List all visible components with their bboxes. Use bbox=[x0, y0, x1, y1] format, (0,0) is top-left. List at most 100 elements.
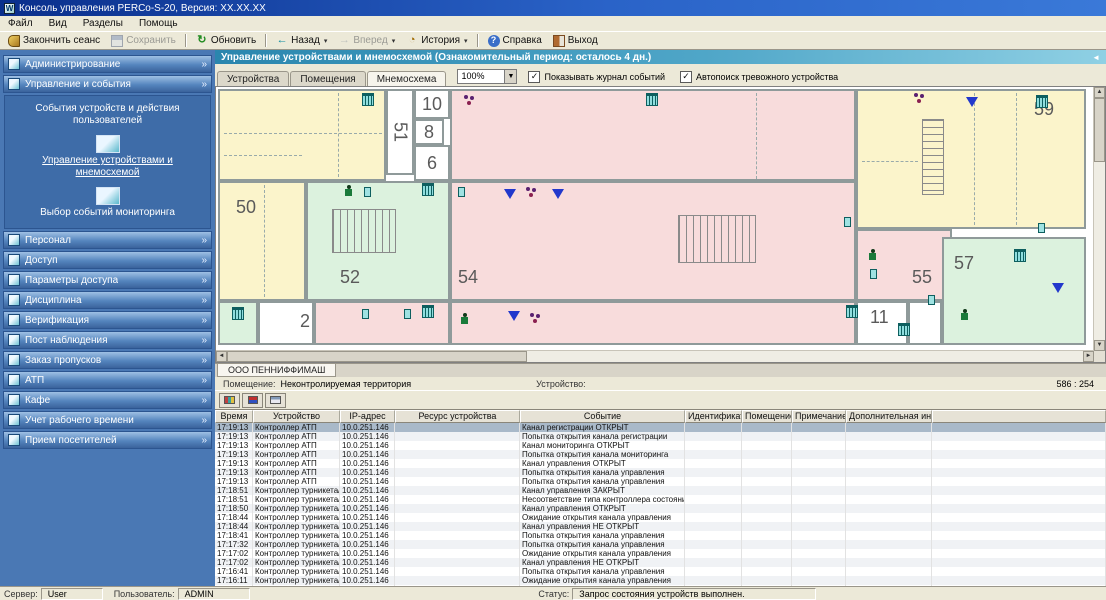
column-header[interactable]: Время bbox=[215, 410, 253, 423]
exit-button[interactable]: Выход bbox=[548, 33, 603, 49]
end-session-button[interactable]: Закончить сеанс bbox=[3, 33, 105, 49]
log-row[interactable]: 17:16:41Контроллер турникета/замка10.0.2… bbox=[215, 567, 1106, 576]
forward-button[interactable]: Вперед ▾ bbox=[333, 33, 400, 49]
collapse-panel-icon[interactable]: ◄ bbox=[1092, 53, 1100, 62]
camera-icon[interactable] bbox=[464, 95, 476, 106]
menu-file[interactable]: Файл bbox=[0, 18, 41, 29]
column-header[interactable]: Устройство bbox=[253, 410, 340, 423]
column-header[interactable]: IP-адрес bbox=[340, 410, 395, 423]
reader-icon[interactable] bbox=[458, 187, 465, 197]
checkbox-show-event-log[interactable]: ✓ Показывать журнал событий bbox=[528, 71, 665, 83]
help-button[interactable]: Справка bbox=[483, 33, 547, 49]
reader-icon[interactable] bbox=[928, 295, 935, 305]
zoom-select[interactable]: 100% ▼ bbox=[457, 69, 517, 84]
menu-view[interactable]: Вид bbox=[41, 18, 75, 29]
map-room-2[interactable]: 2 bbox=[258, 301, 314, 345]
column-header[interactable]: Идентификатор bbox=[685, 410, 742, 423]
turnstile-icon[interactable] bbox=[898, 323, 910, 336]
log-row[interactable]: 17:17:02Контроллер турникета/замка10.0.2… bbox=[215, 549, 1106, 558]
triangle-icon[interactable] bbox=[508, 311, 520, 321]
tab-devices[interactable]: Устройства bbox=[217, 71, 289, 86]
log-row[interactable]: 17:18:44Контроллер турникета/замка10.0.2… bbox=[215, 513, 1106, 522]
figure-icon[interactable] bbox=[344, 185, 353, 197]
chevron-down-icon[interactable]: ▼ bbox=[504, 69, 517, 84]
sidebar-item-cafe[interactable]: Кафе » bbox=[3, 391, 212, 409]
save-button[interactable]: Сохранить bbox=[106, 33, 181, 49]
turnstile-icon[interactable] bbox=[1036, 95, 1048, 108]
reader-icon[interactable] bbox=[1038, 223, 1045, 233]
log-row[interactable]: 17:19:13Контроллер АТП10.0.251.146Попытк… bbox=[215, 468, 1106, 477]
reader-icon[interactable] bbox=[870, 269, 877, 279]
scroll-right-icon[interactable]: ► bbox=[1083, 351, 1094, 362]
map-room[interactable] bbox=[218, 89, 386, 181]
log-row[interactable]: 17:18:41Контроллер турникета/замка10.0.2… bbox=[215, 531, 1106, 540]
sidebar-item-administration[interactable]: Администрирование » bbox=[3, 55, 212, 73]
log-row[interactable]: 17:16:11Контроллер турникета/замка10.0.2… bbox=[215, 576, 1106, 585]
log-columns-button[interactable] bbox=[219, 393, 240, 408]
log-navigation-button[interactable] bbox=[242, 393, 263, 408]
tab-rooms[interactable]: Помещения bbox=[290, 71, 365, 86]
turnstile-icon[interactable] bbox=[362, 93, 374, 106]
reader-icon[interactable] bbox=[404, 309, 411, 319]
log-row[interactable]: 17:18:44Контроллер турникета/замка10.0.2… bbox=[215, 522, 1106, 531]
sidebar-item-time-tracking[interactable]: Учет рабочего времени » bbox=[3, 411, 212, 429]
sidebar-item-management-events[interactable]: Управление и события » bbox=[3, 75, 212, 93]
tab-mnemoscheme[interactable]: Мнемосхема bbox=[367, 71, 447, 86]
turnstile-icon[interactable] bbox=[846, 305, 858, 318]
scroll-up-icon[interactable]: ▲ bbox=[1094, 87, 1105, 98]
map-horizontal-scrollbar[interactable]: ◄ ► bbox=[216, 350, 1094, 362]
map-room-59[interactable]: 59 bbox=[856, 89, 1086, 229]
camera-icon[interactable] bbox=[530, 313, 542, 324]
map-room-50[interactable]: 50 bbox=[218, 181, 306, 301]
vertical-scroll-thumb[interactable] bbox=[1094, 98, 1105, 162]
log-row[interactable]: 17:18:51Контроллер турникета/замка10.0.2… bbox=[215, 495, 1106, 504]
log-row[interactable]: 17:19:13Контроллер АТП10.0.251.146Попытк… bbox=[215, 450, 1106, 459]
menu-sections[interactable]: Разделы bbox=[75, 18, 131, 29]
submenu-item-device-management[interactable]: Управление устройствами и мнемосхемой bbox=[9, 129, 206, 181]
log-row[interactable]: 17:18:50Контроллер турникета/замка10.0.2… bbox=[215, 504, 1106, 513]
map-sheet-tab[interactable]: ООО ПЕННИФФИМАШ bbox=[217, 364, 336, 377]
log-row[interactable]: 17:19:13Контроллер АТП10.0.251.146Канал … bbox=[215, 423, 1106, 432]
map-room-6[interactable]: 6 bbox=[414, 145, 450, 181]
log-row[interactable]: 17:17:32Контроллер турникета/замка10.0.2… bbox=[215, 540, 1106, 549]
stairs-h-icon[interactable] bbox=[332, 209, 396, 253]
scroll-left-icon[interactable]: ◄ bbox=[216, 351, 227, 362]
camera-icon[interactable] bbox=[526, 187, 538, 198]
sidebar-item-verification[interactable]: Верификация » bbox=[3, 311, 212, 329]
horizontal-scroll-thumb[interactable] bbox=[227, 351, 527, 362]
camera-icon[interactable] bbox=[914, 93, 926, 104]
sidebar-item-visitors[interactable]: Прием посетителей » bbox=[3, 431, 212, 449]
sidebar-item-atp[interactable]: АТП » bbox=[3, 371, 212, 389]
triangle-icon[interactable] bbox=[504, 189, 516, 199]
triangle-icon[interactable] bbox=[552, 189, 564, 199]
triangle-icon[interactable] bbox=[1052, 283, 1064, 293]
reader-icon[interactable] bbox=[362, 309, 369, 319]
menu-help[interactable]: Помощь bbox=[131, 18, 186, 29]
column-header[interactable]: Примечание bbox=[792, 410, 846, 423]
submenu-item-monitoring-events[interactable]: Выбор событий мониторинга bbox=[9, 181, 206, 221]
turnstile-icon[interactable] bbox=[422, 183, 434, 196]
column-header[interactable]: Дополнительная информация bbox=[846, 410, 932, 423]
log-window-button[interactable] bbox=[265, 393, 286, 408]
checkbox-auto-find-alarm[interactable]: ✓ Автопоиск тревожного устройства bbox=[680, 71, 838, 83]
reader-icon[interactable] bbox=[364, 187, 371, 197]
refresh-button[interactable]: Обновить bbox=[191, 33, 261, 49]
log-row[interactable]: 17:19:13Контроллер АТП10.0.251.146Канал … bbox=[215, 459, 1106, 468]
sidebar-item-pass-order[interactable]: Заказ пропусков » bbox=[3, 351, 212, 369]
triangle-icon[interactable] bbox=[966, 97, 978, 107]
checkbox-icon[interactable]: ✓ bbox=[528, 71, 540, 83]
column-header[interactable]: Событие bbox=[520, 410, 685, 423]
column-header[interactable]: Ресурс устройства bbox=[395, 410, 520, 423]
turnstile-icon[interactable] bbox=[1014, 249, 1026, 262]
stairs-h-icon[interactable] bbox=[678, 215, 756, 263]
map-room-8[interactable]: 8 bbox=[414, 119, 444, 145]
mnemoscheme-map[interactable]: 511086505254595557211 bbox=[216, 87, 1094, 351]
map-vertical-scrollbar[interactable]: ▲ ▼ bbox=[1093, 87, 1105, 351]
map-room-10[interactable]: 10 bbox=[414, 89, 450, 119]
submenu-item-device-events[interactable]: События устройств и действия пользовател… bbox=[9, 101, 206, 129]
log-row[interactable]: 17:18:51Контроллер турникета/замка10.0.2… bbox=[215, 486, 1106, 495]
stairs-v-icon[interactable] bbox=[922, 119, 944, 195]
map-room[interactable] bbox=[450, 301, 856, 345]
map-room-51[interactable]: 51 bbox=[386, 89, 414, 175]
sidebar-item-personnel[interactable]: Персонал » bbox=[3, 231, 212, 249]
